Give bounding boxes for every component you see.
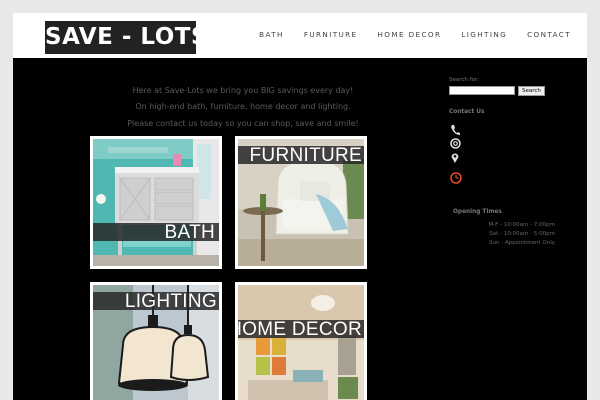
search-label: Search for: bbox=[449, 77, 479, 83]
contact-title: Contact Us bbox=[449, 109, 485, 115]
search-input[interactable] bbox=[449, 86, 515, 95]
living-room-image bbox=[238, 285, 364, 400]
phone-icon[interactable] bbox=[450, 124, 460, 136]
category-tile-lighting[interactable]: LIGHTING bbox=[90, 282, 222, 400]
intro-line: Please contact us today so you can shop,… bbox=[127, 119, 359, 128]
tile-label-home-decor: HOME DECOR bbox=[235, 319, 362, 340]
nav-item-lighting[interactable]: LIGHTING bbox=[461, 30, 507, 39]
page: SAVE - LOTS BATH FURNITURE HOME DECOR LI… bbox=[13, 13, 587, 400]
tile-label-furniture: FURNITURE bbox=[249, 145, 362, 166]
clock-icon[interactable] bbox=[450, 172, 462, 184]
nav-item-furniture[interactable]: FURNITURE bbox=[304, 30, 358, 39]
category-tile-furniture[interactable]: FURNITURE bbox=[235, 136, 367, 269]
category-tile-bath[interactable]: BATH bbox=[90, 136, 222, 269]
category-tile-home-decor[interactable]: HOME DECOR bbox=[235, 282, 367, 400]
tile-label-bath: BATH bbox=[164, 222, 215, 243]
intro-line: On high-end bath, furniture, home decor … bbox=[135, 102, 351, 111]
hours-line: Sun - Appointment Only bbox=[489, 240, 555, 246]
hours-title: Opening Times bbox=[453, 209, 502, 215]
hours-line: M-F - 10:00am - 7:00pm bbox=[488, 222, 555, 228]
bath-vanity-image bbox=[93, 139, 219, 266]
main-nav: BATH FURNITURE HOME DECOR LIGHTING CONTA… bbox=[259, 30, 571, 39]
nav-item-bath[interactable]: BATH bbox=[259, 30, 284, 39]
site-logo[interactable]: SAVE - LOTS bbox=[45, 21, 208, 54]
location-icon[interactable] bbox=[450, 152, 460, 164]
site-header: SAVE - LOTS BATH FURNITURE HOME DECOR LI… bbox=[13, 13, 587, 58]
intro-line: Here at Save-Lots we bring you BIG savin… bbox=[132, 86, 354, 95]
nav-item-home-decor[interactable]: HOME DECOR bbox=[378, 30, 442, 39]
tile-label-lighting: LIGHTING bbox=[124, 291, 217, 312]
nav-item-contact[interactable]: CONTACT bbox=[527, 30, 571, 39]
hours-line: Sat - 10:00am - 5:00pm bbox=[489, 231, 555, 237]
search-button[interactable]: Search bbox=[518, 86, 545, 96]
email-icon[interactable] bbox=[450, 138, 461, 149]
search-form: Search bbox=[449, 86, 545, 96]
